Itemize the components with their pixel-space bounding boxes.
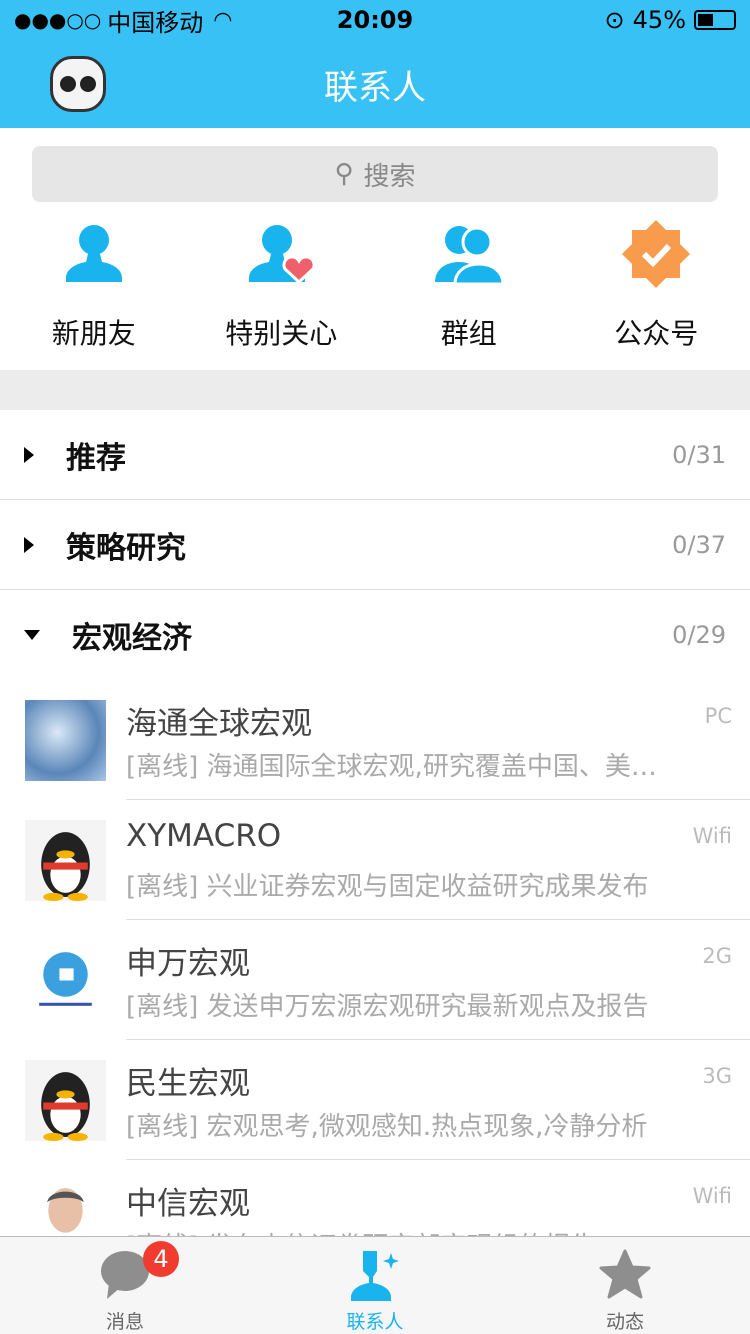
caret-down-icon <box>24 630 40 640</box>
swhy-logo-avatar <box>39 952 92 1006</box>
quick-special-care[interactable]: 特别关心 <box>188 216 376 370</box>
penguin-avatar <box>25 1060 106 1141</box>
group-icon <box>434 226 505 286</box>
contact-device: Wifi <box>692 1184 732 1208</box>
tab-bar: 4 消息 联系人 动态 <box>0 1236 750 1334</box>
quick-official-accounts[interactable]: 公众号 <box>563 216 750 370</box>
wifi-icon: ◠ <box>213 7 233 33</box>
quick-new-friends[interactable]: 新朋友 <box>0 216 188 370</box>
caret-right-icon <box>24 446 34 463</box>
verified-badge-icon <box>622 220 691 288</box>
group-name: 策略研究 <box>66 530 186 566</box>
contact-device: 2G <box>702 944 732 968</box>
nav-bar: 联系人 <box>0 40 750 128</box>
contact-preview: [离线] 宏观思考,微观感知.热点现象,冷静分析 <box>126 1112 648 1142</box>
group-name: 推荐 <box>66 440 126 476</box>
signal-strength: ●●●○○ <box>14 8 102 32</box>
quick-label: 特别关心 <box>225 317 338 350</box>
search-icon: ⚲ <box>334 159 354 189</box>
quick-groups[interactable]: 群组 <box>375 216 563 370</box>
contact-name: 中信宏观 <box>126 1186 250 1222</box>
contact-name: 民生宏观 <box>126 1066 250 1102</box>
quick-label: 公众号 <box>614 317 699 350</box>
unread-badge: 4 <box>143 1241 179 1277</box>
page-title: 联系人 <box>324 67 426 108</box>
contact-name: XYMACRO <box>126 818 282 854</box>
tab-label: 联系人 <box>346 1311 404 1333</box>
battery-percent: 45% <box>632 6 686 34</box>
contact-device: Wifi <box>692 824 732 848</box>
contact-preview: [离线] 海通国际全球宏观,研究覆盖中国、美国、欧洲 <box>126 752 680 782</box>
battery-icon <box>694 10 736 30</box>
person-heart-icon <box>249 225 316 285</box>
contact-item[interactable]: 申万宏观 2G [离线] 发送申万宏源宏观研究最新观点及报告 <box>0 920 750 1040</box>
section-divider <box>0 370 750 410</box>
contact-device: PC <box>704 704 732 728</box>
contact-name: 海通全球宏观 <box>126 706 312 742</box>
contact-name: 申万宏观 <box>126 946 250 982</box>
globe-avatar <box>25 700 106 781</box>
contact-preview: [离线] 发送申万宏源宏观研究最新观点及报告 <box>126 992 649 1022</box>
tab-messages[interactable]: 4 消息 <box>0 1237 250 1334</box>
tab-feed[interactable]: 动态 <box>500 1237 750 1334</box>
group-strategy[interactable]: 策略研究 0/37 <box>0 500 750 590</box>
tab-label: 动态 <box>605 1311 644 1333</box>
group-macro[interactable]: 宏观经济 0/29 <box>0 590 750 680</box>
penguin-avatar <box>25 820 106 901</box>
caret-right-icon <box>24 536 34 553</box>
search-input[interactable]: ⚲ 搜索 <box>32 146 718 202</box>
star-icon <box>599 1249 651 1299</box>
contact-preview: [离线] 兴业证券宏观与固定收益研究成果发布 <box>126 872 649 902</box>
quick-label: 新朋友 <box>51 317 136 350</box>
tab-contacts[interactable]: 联系人 <box>250 1237 500 1334</box>
group-count: 0/29 <box>672 621 726 649</box>
group-name: 宏观经济 <box>72 621 192 656</box>
rotation-lock-icon: ⊙ <box>604 6 625 34</box>
contact-item[interactable]: 民生宏观 3G [离线] 宏观思考,微观感知.热点现象,冷静分析 <box>0 1040 750 1160</box>
contact-device: 3G <box>702 1064 732 1088</box>
person-icon <box>65 225 122 282</box>
group-count: 0/37 <box>672 530 726 559</box>
top-bar: ●●●○○ 中国移动 ◠ 20:09 ⊙ 45% 联系人 <box>0 0 750 128</box>
group-count: 0/31 <box>672 440 726 469</box>
user-avatar[interactable] <box>50 56 106 112</box>
quick-actions: 新朋友 特别关心 群组 公众号 <box>0 202 750 370</box>
status-bar: ●●●○○ 中国移动 ◠ 20:09 ⊙ 45% <box>0 0 750 40</box>
contacts-sparkle-icon <box>351 1251 399 1301</box>
group-recommended[interactable]: 推荐 0/31 <box>0 410 750 500</box>
contact-item[interactable]: XYMACRO Wifi [离线] 兴业证券宏观与固定收益研究成果发布 <box>0 800 750 920</box>
contact-list: 海通全球宏观 PC [离线] 海通国际全球宏观,研究覆盖中国、美国、欧洲 XYMAC… <box>0 680 750 1280</box>
contact-item[interactable]: 海通全球宏观 PC [离线] 海通国际全球宏观,研究覆盖中国、美国、欧洲 <box>0 680 750 800</box>
quick-label: 群组 <box>440 317 497 350</box>
search-placeholder: 搜索 <box>363 161 416 192</box>
tab-label: 消息 <box>105 1311 144 1333</box>
carrier: 中国移动 <box>107 8 204 37</box>
